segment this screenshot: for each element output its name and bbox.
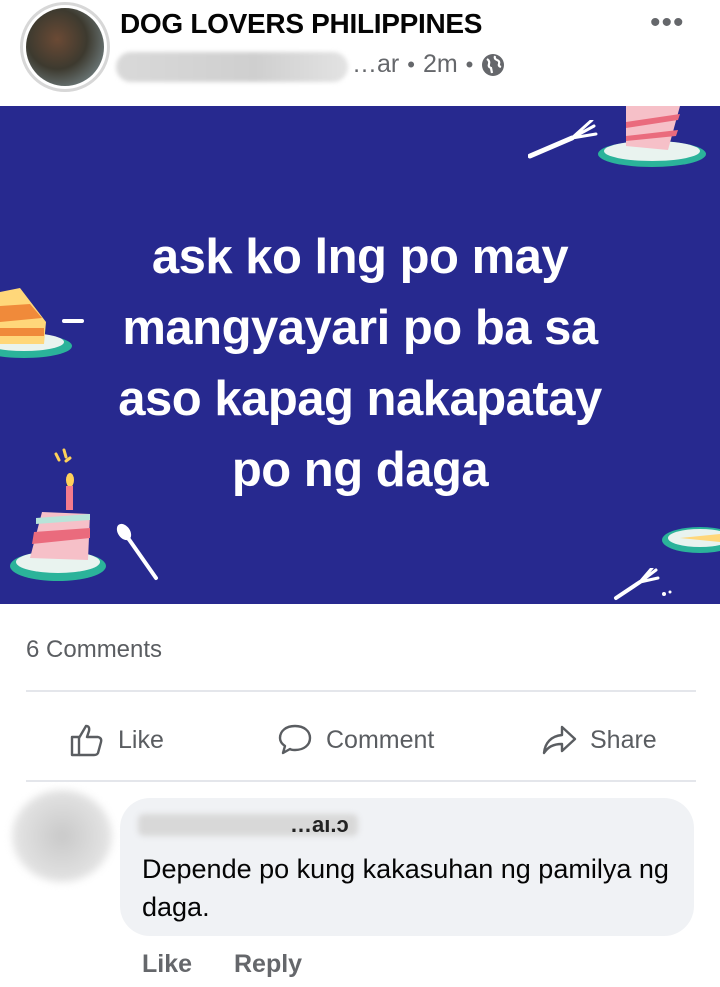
post-text-line: ask ko lng po may — [151, 230, 569, 284]
group-avatar[interactable] — [26, 8, 104, 86]
post-text-line: mangyayari po ba sa — [122, 301, 598, 355]
share-icon — [542, 725, 577, 755]
comment-icon — [278, 724, 312, 755]
post-time[interactable]: 2m — [423, 50, 458, 79]
author-name-blurred[interactable] — [116, 52, 348, 82]
divider — [26, 780, 696, 782]
separator-dot: • — [465, 51, 474, 77]
separator-dot: • — [407, 51, 415, 77]
plate-icon — [662, 527, 720, 553]
comment-count[interactable]: 6 Comments — [26, 636, 162, 664]
post-image[interactable]: ask ko lng po may mangyayari po ba sa as… — [0, 106, 720, 604]
divider — [26, 690, 696, 692]
share-button[interactable]: Share — [540, 718, 657, 762]
like-label: Like — [118, 725, 164, 754]
commenter-avatar[interactable] — [12, 790, 112, 882]
comment-reply-button[interactable]: Reply — [234, 950, 302, 979]
like-button[interactable]: Like — [68, 718, 164, 762]
post-text-line: po ng daga — [231, 443, 489, 497]
fork-icon — [528, 120, 598, 159]
more-options-icon[interactable]: ••• — [650, 6, 685, 40]
share-label: Share — [590, 725, 657, 754]
spoon-icon — [116, 523, 158, 580]
post-text-line: aso kapag nakapatay — [118, 372, 602, 426]
globe-icon — [482, 53, 505, 76]
author-name-fragment: …ar — [352, 50, 400, 78]
cake-slice-icon — [598, 106, 706, 167]
comment-like-button[interactable]: Like — [142, 950, 192, 979]
thumbs-up-icon — [70, 724, 103, 757]
fork-icon — [614, 568, 672, 600]
comment-button[interactable]: Comment — [276, 718, 434, 762]
post-image-text: ask ko lng po may mangyayari po ba sa as… — [40, 222, 680, 506]
post-meta: …ar • 2m • — [352, 50, 505, 79]
comment-text: Depende po kung kakasuhan ng pamilya ng … — [142, 854, 669, 922]
comment-label: Comment — [326, 725, 435, 754]
group-name[interactable]: DOG LOVERS PHILIPPINES — [120, 8, 482, 40]
commenter-name-fragment[interactable]: …aı.ɔ — [290, 812, 349, 838]
